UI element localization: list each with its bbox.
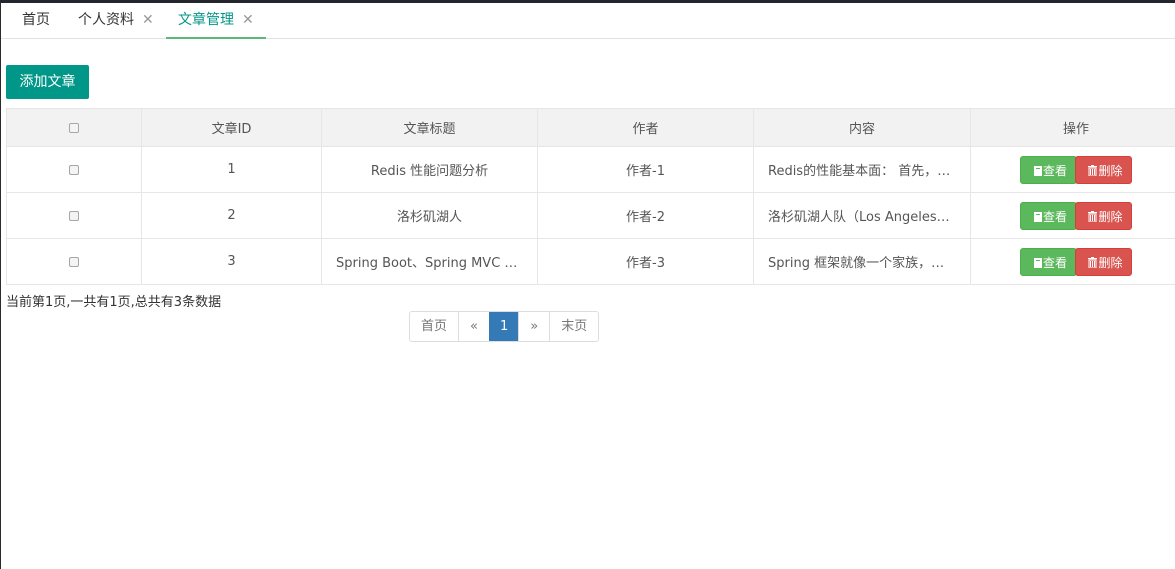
table-header-row: 文章ID 文章标题 作者 内容 操作 (6, 108, 1175, 147)
prev-page-link[interactable]: « (458, 312, 489, 341)
row-select-cell (6, 192, 142, 239)
article-id: 1 (141, 146, 322, 193)
article-author: 作者-2 (537, 192, 754, 239)
row-actions: 查看 删除 (970, 192, 1175, 239)
tab-label: 个人资料 (78, 12, 134, 28)
view-button[interactable]: 查看 (1020, 247, 1077, 276)
article-title: Redis 性能问题分析 (321, 146, 538, 193)
column-header: 内容 (753, 108, 971, 147)
column-header: 文章ID (141, 108, 322, 147)
current-page[interactable]: 1 (488, 312, 519, 341)
trash-icon (1088, 256, 1098, 268)
delete-label: 删除 (1098, 163, 1123, 178)
next-page-link[interactable]: » (518, 312, 550, 341)
view-button[interactable]: 查看 (1020, 201, 1077, 230)
first-page-link[interactable]: 首页 (410, 312, 459, 341)
row-actions: 查看 删除 (970, 238, 1175, 285)
article-table: 文章ID 文章标题 作者 内容 操作 1 Redis 性能问题分析 作者-1 R… (6, 108, 1175, 285)
book-icon (1033, 165, 1042, 176)
delete-label: 删除 (1098, 209, 1123, 224)
select-all-header (6, 108, 142, 147)
delete-button[interactable]: 删除 (1075, 247, 1132, 276)
tab-bar: 首页 个人资料 ✕ 文章管理 ✕ (1, 3, 1175, 39)
row-actions: 查看 删除 (970, 146, 1175, 193)
column-header: 文章标题 (321, 108, 538, 147)
row-checkbox[interactable] (69, 164, 79, 175)
row-select-cell (6, 238, 142, 285)
select-all-checkbox[interactable] (69, 122, 79, 133)
table-row: 3 Spring Boot、Spring MVC 和 Spring 有什么区别 … (6, 238, 1175, 285)
article-content: 洛杉矶湖人队（Los AngelesLakers） (753, 192, 971, 239)
trash-icon (1088, 210, 1098, 222)
book-icon (1033, 257, 1042, 268)
close-icon[interactable]: ✕ (242, 12, 254, 28)
add-article-button[interactable]: 添加文章 (6, 65, 89, 99)
close-icon[interactable]: ✕ (142, 12, 154, 28)
trash-icon (1088, 164, 1098, 176)
article-title: Spring Boot、Spring MVC 和 Spring 有什么区别 (321, 238, 538, 285)
article-content: Spring 框架就像一个家族，有众多衍生产品 (753, 238, 971, 285)
article-id: 2 (141, 192, 322, 239)
page-info-text: 当前第1页,一共有1页,总共有3条数据 (6, 295, 222, 310)
delete-button[interactable]: 删除 (1075, 201, 1132, 230)
article-author: 作者-3 (537, 238, 754, 285)
column-header: 操作 (970, 108, 1175, 147)
column-header: 作者 (537, 108, 754, 147)
tab-profile[interactable]: 个人资料 ✕ (78, 3, 164, 39)
row-checkbox[interactable] (69, 256, 79, 267)
delete-button[interactable]: 删除 (1075, 155, 1132, 184)
last-page-link[interactable]: 末页 (549, 312, 599, 341)
article-content: Redis的性能基本面： 首先，Redis的性能问题分析 (753, 146, 971, 193)
tab-label: 首页 (22, 12, 50, 28)
tab-article-management[interactable]: 文章管理 ✕ (166, 3, 266, 39)
view-label: 查看 (1042, 163, 1067, 178)
view-label: 查看 (1042, 209, 1067, 224)
book-icon (1033, 211, 1042, 222)
pagination: 首页 « 1 » 末页 (409, 311, 600, 342)
row-checkbox[interactable] (69, 210, 79, 221)
view-label: 查看 (1042, 255, 1067, 270)
tab-label: 文章管理 (178, 12, 234, 28)
article-author: 作者-1 (537, 146, 754, 193)
article-id: 3 (141, 238, 322, 285)
view-button[interactable]: 查看 (1020, 155, 1077, 184)
table-row: 2 洛杉矶湖人 作者-2 洛杉矶湖人队（Los AngelesLakers） 查… (6, 192, 1175, 239)
delete-label: 删除 (1098, 255, 1123, 270)
table-row: 1 Redis 性能问题分析 作者-1 Redis的性能基本面： 首先，Redi… (6, 146, 1175, 193)
tab-home[interactable]: 首页 (22, 3, 56, 39)
row-select-cell (6, 146, 142, 193)
article-title: 洛杉矶湖人 (321, 192, 538, 239)
